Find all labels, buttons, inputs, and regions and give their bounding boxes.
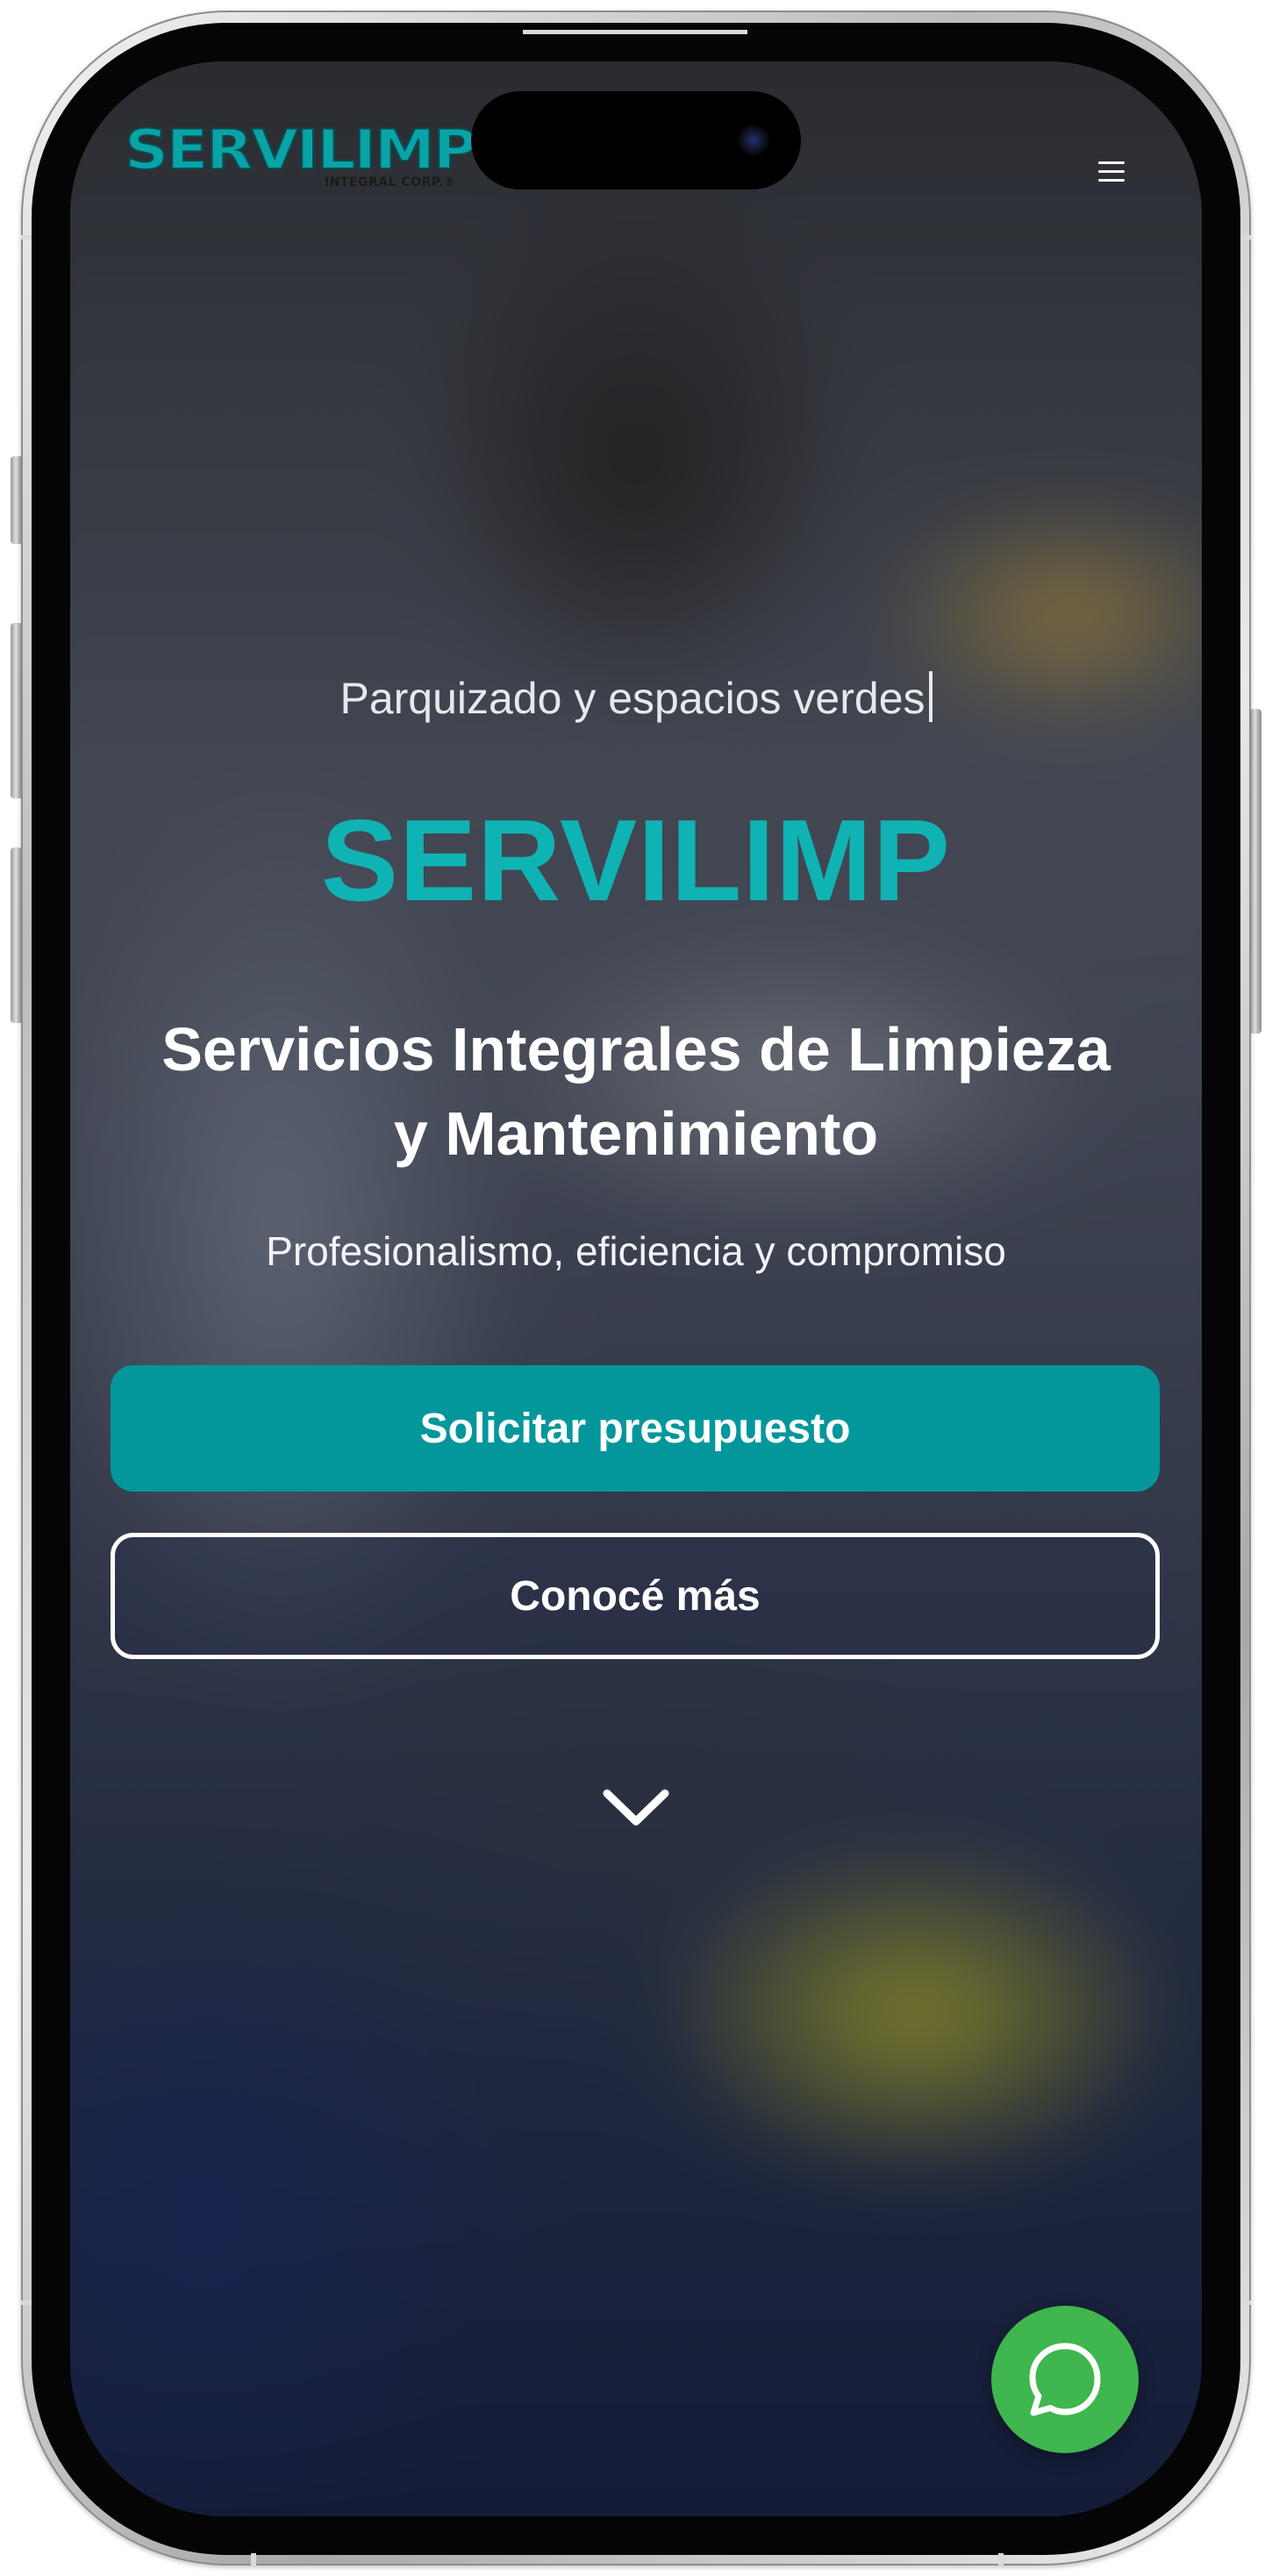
antenna-line — [523, 30, 747, 34]
request-quote-button[interactable]: Solicitar presupuesto — [111, 1365, 1160, 1492]
front-camera — [738, 125, 769, 156]
dynamic-island — [471, 91, 801, 190]
hero-brand-title: SERVILIMP — [320, 796, 952, 925]
antenna-line — [21, 235, 32, 240]
logo-subtext: INTEGRAL CORP.® — [325, 175, 457, 190]
logo-wordmark: SERVILIMP — [124, 118, 479, 182]
menu-bar — [1098, 161, 1125, 164]
antenna-line — [21, 2301, 32, 2305]
menu-bar — [1098, 170, 1125, 173]
antenna-line — [1240, 2301, 1251, 2305]
hero-overlay — [70, 61, 1202, 2516]
hero-headline: Servicios Integrales de Limpieza y Mante… — [161, 1015, 1111, 1168]
whatsapp-icon — [1029, 2343, 1101, 2416]
antenna-line — [998, 2553, 1004, 2565]
typing-caret — [928, 671, 933, 722]
power-button — [1249, 709, 1261, 1034]
whatsapp-chat-button[interactable] — [991, 2306, 1139, 2453]
hero-tagline: Profesionalismo, eficiencia y compromiso — [266, 1228, 1006, 1274]
brand-logo[interactable]: SERVILIMP INTEGRAL CORP.® — [124, 118, 479, 202]
typed-service-label: Parquizado y espacios verdes — [339, 674, 925, 723]
typed-service-text: Parquizado y espacios verdes — [70, 670, 1202, 726]
antenna-line — [1240, 235, 1251, 240]
screen: SERVILIMP INTEGRAL CORP.® Parquizado y e… — [70, 61, 1202, 2516]
learn-more-button[interactable]: Conocé más — [111, 1533, 1160, 1659]
chevron-down-icon[interactable] — [600, 1781, 672, 1834]
menu-bar — [1098, 179, 1125, 182]
hamburger-menu-icon[interactable] — [1086, 151, 1135, 195]
device-mockup: SERVILIMP INTEGRAL CORP.® Parquizado y e… — [0, 0, 1272, 2576]
antenna-line — [251, 2553, 256, 2565]
